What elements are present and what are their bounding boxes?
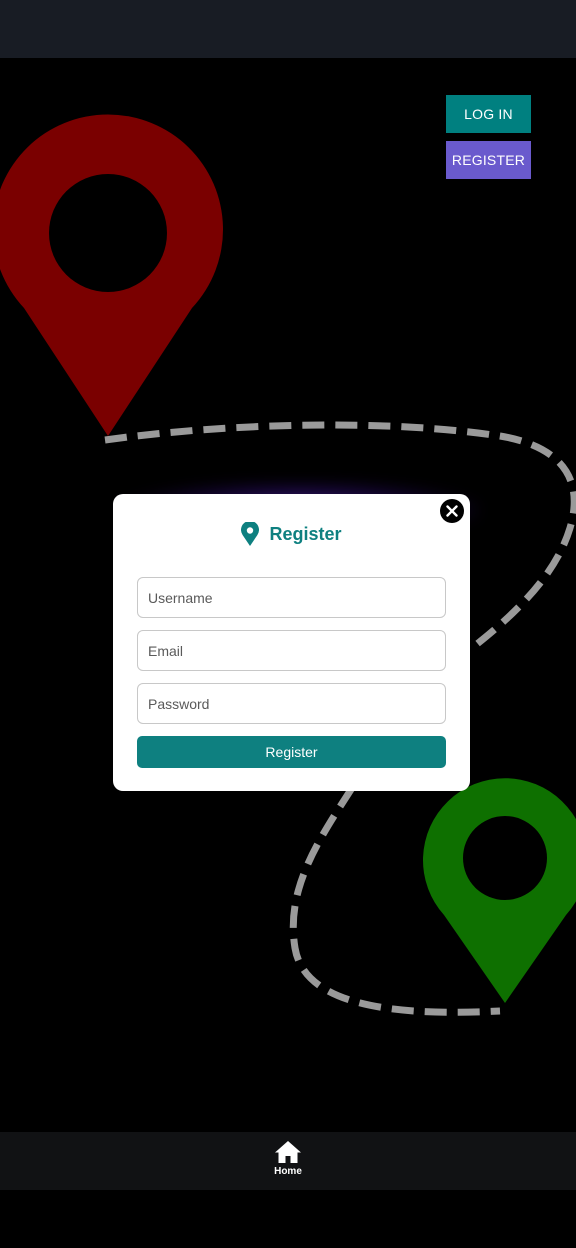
register-button[interactable]: REGISTER xyxy=(446,141,531,179)
register-submit-button[interactable]: Register xyxy=(137,736,446,768)
app-screen: LOG IN REGISTER Register Register Home xyxy=(0,0,576,1248)
email-input[interactable] xyxy=(137,630,446,671)
home-icon xyxy=(275,1141,301,1163)
username-input[interactable] xyxy=(137,577,446,618)
close-icon xyxy=(446,505,458,517)
register-modal: Register Register xyxy=(113,494,470,791)
gesture-area xyxy=(0,1190,576,1248)
modal-header: Register xyxy=(113,520,470,548)
bottom-nav: Home xyxy=(0,1132,576,1190)
map-pin-icon xyxy=(241,522,260,546)
start-pin-icon xyxy=(0,114,223,436)
nav-item-home[interactable]: Home xyxy=(258,1140,318,1186)
nav-item-home-label: Home xyxy=(274,1166,302,1177)
modal-title: Register xyxy=(269,523,342,544)
end-pin-icon xyxy=(423,778,576,1003)
login-button[interactable]: LOG IN xyxy=(446,95,531,133)
password-input[interactable] xyxy=(137,683,446,724)
status-bar xyxy=(0,0,576,58)
